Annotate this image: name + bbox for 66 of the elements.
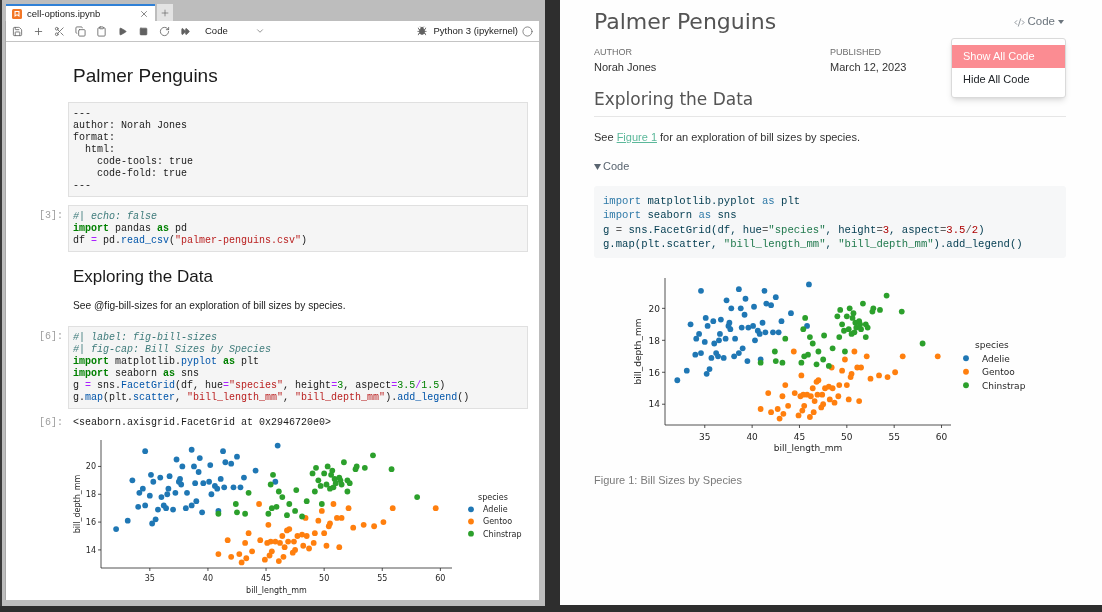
code-line: df = pd.read_csv("palmer-penguins.csv") xyxy=(73,235,309,247)
code-line: --- xyxy=(73,108,92,120)
legend-label: Gentoo xyxy=(483,517,513,527)
code-line: #| fig-cap: Bill Sizes by Species xyxy=(73,344,273,356)
notebook-heading: Exploring the Data xyxy=(72,266,213,288)
notebook-paragraph: See @fig-bill-sizes for an exploration of bill sizes by species. xyxy=(72,299,346,313)
meta-value: Norah Jones xyxy=(594,60,657,75)
code-line: code-tools: true xyxy=(96,156,195,168)
meta-label: PUBLISHED xyxy=(830,46,882,58)
cell-prompt: [6]: xyxy=(39,331,63,343)
tick-label: 18 xyxy=(648,335,660,346)
tick-label: 16 xyxy=(85,517,96,527)
code-line: #| label: fig-bill-sizes xyxy=(73,332,219,344)
code-line: g = sns.FacetGrid(df, hue="species", height=3, aspect=3.5/2) xyxy=(603,222,986,237)
tick-label: 35 xyxy=(699,432,711,443)
tick-label: 20 xyxy=(648,303,660,314)
code-line: html: xyxy=(84,144,116,156)
code-line: author: Norah Jones xyxy=(73,120,189,132)
legend-title: species xyxy=(975,340,1009,351)
cell-prompt: [3]: xyxy=(39,210,63,222)
code-line: import seaborn as sns xyxy=(603,208,738,223)
cell-prompt: [6]: xyxy=(39,417,63,429)
legend-title: species xyxy=(478,493,508,502)
legend-label: Chinstrap xyxy=(982,380,1026,391)
tick-label: 40 xyxy=(202,574,213,583)
tick-label: 20 xyxy=(85,462,96,472)
axis-title: bill_length_mm xyxy=(246,586,307,595)
notebook-heading: Palmer Penguins xyxy=(72,64,218,88)
code-line: g = sns.FacetGrid(df, hue="species", height=3, aspect=3.5/1.5) xyxy=(73,380,447,392)
code-line: g.map(plt.scatter, "bill_length_mm", "bill_depth_mm").add_legend() xyxy=(603,236,1024,252)
cell-output: <seaborn.axisgrid.FacetGrid at 0x2946720e0> xyxy=(72,417,332,429)
code-line: code-fold: true xyxy=(96,168,189,180)
page-title: Palmer Penguins xyxy=(594,9,777,35)
axis-title: bill_depth_mm xyxy=(633,318,643,385)
tick-label: 18 xyxy=(85,490,96,500)
tick-label: 55 xyxy=(888,432,900,443)
code-line: #| echo: false xyxy=(73,211,158,223)
tick-label: 50 xyxy=(319,574,330,583)
code-line: import matplotlib.pyplot as plt xyxy=(73,356,261,368)
axis-title: bill_length_mm xyxy=(773,443,843,454)
meta-label: AUTHOR xyxy=(594,46,632,58)
tick-label: 50 xyxy=(841,432,853,443)
tick-label: 40 xyxy=(746,432,758,443)
code-line: import matplotlib.pyplot as plt xyxy=(603,194,802,209)
tick-label: 14 xyxy=(85,545,96,555)
legend-label: Adelie xyxy=(483,505,508,515)
axis-title: bill_depth_mm xyxy=(73,474,82,534)
tick-label: 45 xyxy=(260,574,272,583)
legend-label: Adelie xyxy=(982,353,1010,364)
code-line: format: xyxy=(73,132,116,144)
code-line: --- xyxy=(73,180,92,192)
tick-label: 16 xyxy=(648,367,660,378)
tick-label: 60 xyxy=(435,574,446,583)
tick-label: 35 xyxy=(144,574,155,583)
code-line: g.map(plt.scatter, "bill_length_mm", "bill_depth_mm").add_legend() xyxy=(73,392,471,404)
tick-label: 14 xyxy=(648,399,660,410)
code-line: import pandas as pd xyxy=(73,223,189,235)
meta-value: March 12, 2023 xyxy=(830,60,907,75)
legend-label: Chinstrap xyxy=(483,529,522,539)
tick-label: 55 xyxy=(377,574,388,583)
legend-label: Gentoo xyxy=(982,367,1015,378)
code-line: import seaborn as sns xyxy=(73,368,201,380)
tick-label: 60 xyxy=(935,432,948,443)
figure-caption: Figure 1: Bill Sizes by Species xyxy=(594,473,743,489)
tick-label: 45 xyxy=(793,432,806,443)
body-paragraph: See Figure 1 for an exploration of bill sizes by species. xyxy=(594,130,861,145)
